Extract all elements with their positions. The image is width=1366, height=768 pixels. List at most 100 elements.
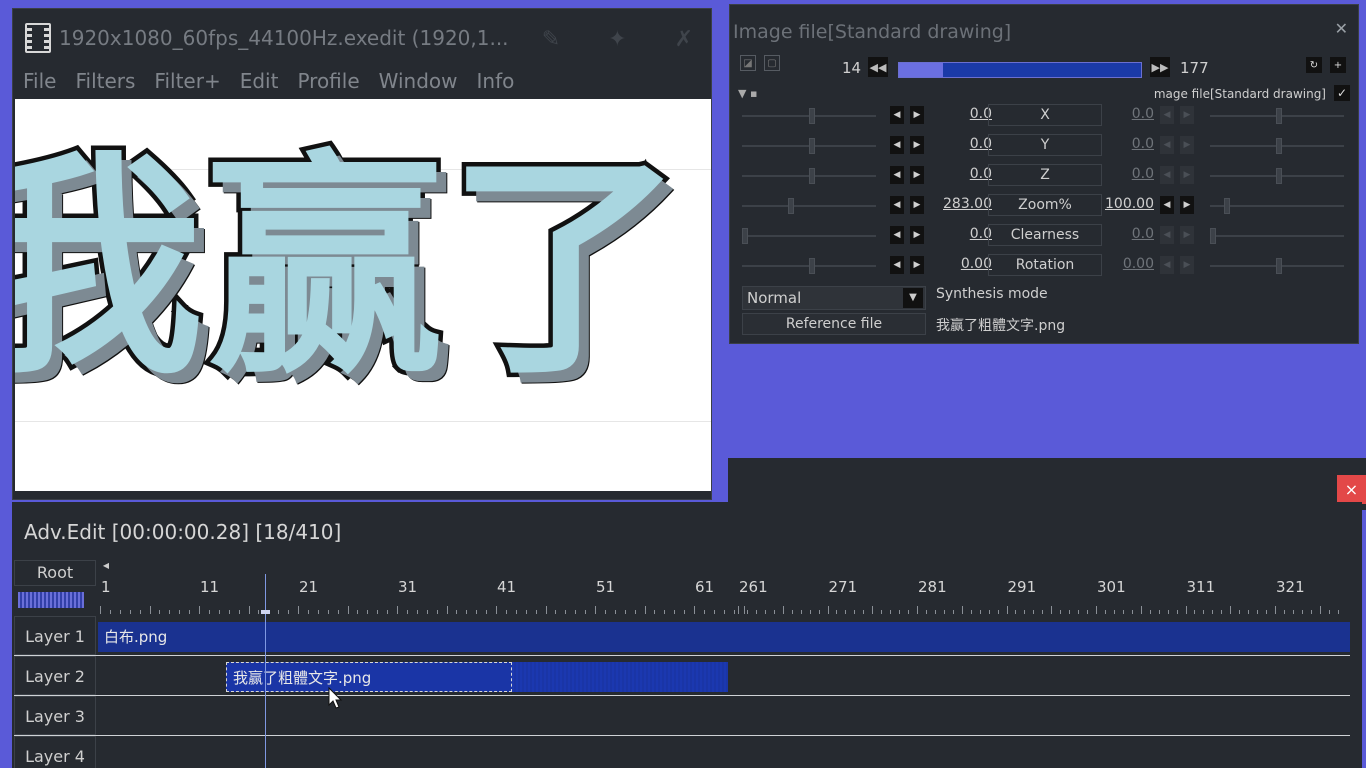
frame-slider[interactable] [898,62,1142,78]
slider-knob[interactable] [788,198,794,214]
decrement-icon[interactable]: ◀ [1160,106,1174,124]
increment-icon[interactable]: ▶ [1180,166,1194,184]
increment-icon[interactable]: ▶ [1180,256,1194,274]
decrement-icon[interactable]: ◀ [890,106,904,124]
scroll-left-icon[interactable]: ◀ [98,560,114,572]
reference-file-button[interactable]: Reference file [742,313,926,335]
menu-window[interactable]: Window [379,69,458,99]
increment-icon[interactable]: ▶ [1180,196,1194,214]
decrement-icon[interactable]: ◀ [890,226,904,244]
menu-file[interactable]: File [23,69,56,99]
layer-header-2[interactable]: Layer 2 [14,656,96,695]
param-label[interactable]: Rotation [988,254,1102,276]
magic-icon[interactable]: ✦ [608,27,626,52]
decrement-icon[interactable]: ◀ [1160,136,1174,154]
clip-logo-tail[interactable] [512,662,728,692]
param-end-value[interactable]: 0.0 [1102,226,1154,242]
decrement-icon[interactable]: ◀ [890,136,904,154]
slider-knob[interactable] [742,228,748,244]
decrement-icon[interactable]: ◀ [890,256,904,274]
param-start-value[interactable]: 0.0 [926,136,992,152]
param-start-slider[interactable] [742,198,876,214]
param-start-slider[interactable] [742,138,876,154]
decrement-icon[interactable]: ◀ [1160,256,1174,274]
param-start-value[interactable]: 283.00 [926,196,992,212]
param-end-slider[interactable] [1210,138,1344,154]
decrement-icon[interactable]: ◀ [890,196,904,214]
param-start-value[interactable]: 0.0 [926,106,992,122]
param-label[interactable]: Y [988,134,1102,156]
increment-icon[interactable]: ▶ [910,136,924,154]
param-end-slider[interactable] [1210,258,1344,274]
param-end-value[interactable]: 0.0 [1102,166,1154,182]
fast-forward-icon[interactable]: ▶▶ [1150,57,1170,77]
increment-icon[interactable]: ▶ [910,106,924,124]
clip-white-cloth[interactable]: 白布.png [98,622,1350,652]
playhead-marker[interactable] [261,610,270,614]
param-start-slider[interactable] [742,228,876,244]
slider-knob[interactable] [1276,138,1282,154]
param-start-value[interactable]: 0.0 [926,166,992,182]
close-icon[interactable]: ✕ [1335,19,1348,38]
chevron-down-icon[interactable]: ▼ ▪ [738,87,757,100]
increment-icon[interactable]: ▶ [910,166,924,184]
slider-knob[interactable] [809,108,815,124]
refresh-icon[interactable]: ↻ [1306,57,1322,73]
param-end-slider[interactable] [1210,228,1344,244]
decrement-icon[interactable]: ◀ [1160,196,1174,214]
param-end-value[interactable]: 0.0 [1102,136,1154,152]
slider-knob[interactable] [1276,258,1282,274]
blend-mode-select[interactable]: Normal ▼ [742,286,926,310]
menu-filter-plus[interactable]: Filter+ [154,69,220,99]
param-start-value[interactable]: 0.0 [926,226,992,242]
check-icon[interactable]: ✓ [1334,85,1350,101]
slider-knob[interactable] [1276,108,1282,124]
chevron-down-icon[interactable]: ▼ [903,288,923,308]
frame-icon[interactable]: ▢ [764,55,780,71]
increment-icon[interactable]: ▶ [1180,226,1194,244]
slider-knob[interactable] [1276,168,1282,184]
decrement-icon[interactable]: ◀ [1160,226,1174,244]
playhead[interactable] [265,574,266,768]
slider-knob[interactable] [809,168,815,184]
param-end-slider[interactable] [1210,108,1344,124]
pen-icon[interactable]: ✎ [542,27,560,52]
layer-header-1[interactable]: Layer 1 [14,616,96,655]
add-icon[interactable]: + [1330,57,1346,73]
root-button[interactable]: Root [14,560,96,586]
increment-icon[interactable]: ▶ [1180,106,1194,124]
param-start-slider[interactable] [742,168,876,184]
slider-knob[interactable] [1210,228,1216,244]
param-end-value[interactable]: 0.0 [1102,106,1154,122]
wrench-icon[interactable]: ✗ [675,27,693,52]
decrement-icon[interactable]: ◀ [890,166,904,184]
param-end-slider[interactable] [1210,168,1344,184]
param-label[interactable]: X [988,104,1102,126]
main-titlebar[interactable]: 1920x1080_60fps_44100Hz.exedit (1920,1..… [13,9,711,67]
layer-header-4[interactable]: Layer 4 [14,736,96,768]
param-label[interactable]: Zoom% [988,194,1102,216]
timeline-zoom-bar[interactable] [18,592,84,608]
camera-icon[interactable]: ◪ [740,55,756,71]
increment-icon[interactable]: ▶ [910,196,924,214]
slider-knob[interactable] [1224,198,1230,214]
menu-edit[interactable]: Edit [240,69,279,99]
increment-icon[interactable]: ▶ [910,256,924,274]
layer-header-3[interactable]: Layer 3 [14,696,96,735]
param-end-value[interactable]: 100.00 [1102,196,1154,212]
param-end-slider[interactable] [1210,198,1344,214]
increment-icon[interactable]: ▶ [910,226,924,244]
param-label[interactable]: Clearness [988,224,1102,246]
param-start-slider[interactable] [742,258,876,274]
slider-knob[interactable] [809,258,815,274]
timeline-ruler[interactable]: 1 11 21 31 41 51 61 261 271 281 291 301 311 321 [98,574,1348,614]
menu-profile[interactable]: Profile [297,69,359,99]
preview-canvas[interactable]: 我赢了 [15,99,711,491]
close-icon[interactable]: × [1337,475,1366,504]
increment-icon[interactable]: ▶ [1180,136,1194,154]
decrement-icon[interactable]: ◀ [1160,166,1174,184]
rewind-icon[interactable]: ◀◀ [868,57,888,77]
param-start-slider[interactable] [742,108,876,124]
menu-filters[interactable]: Filters [75,69,135,99]
slider-knob[interactable] [809,138,815,154]
